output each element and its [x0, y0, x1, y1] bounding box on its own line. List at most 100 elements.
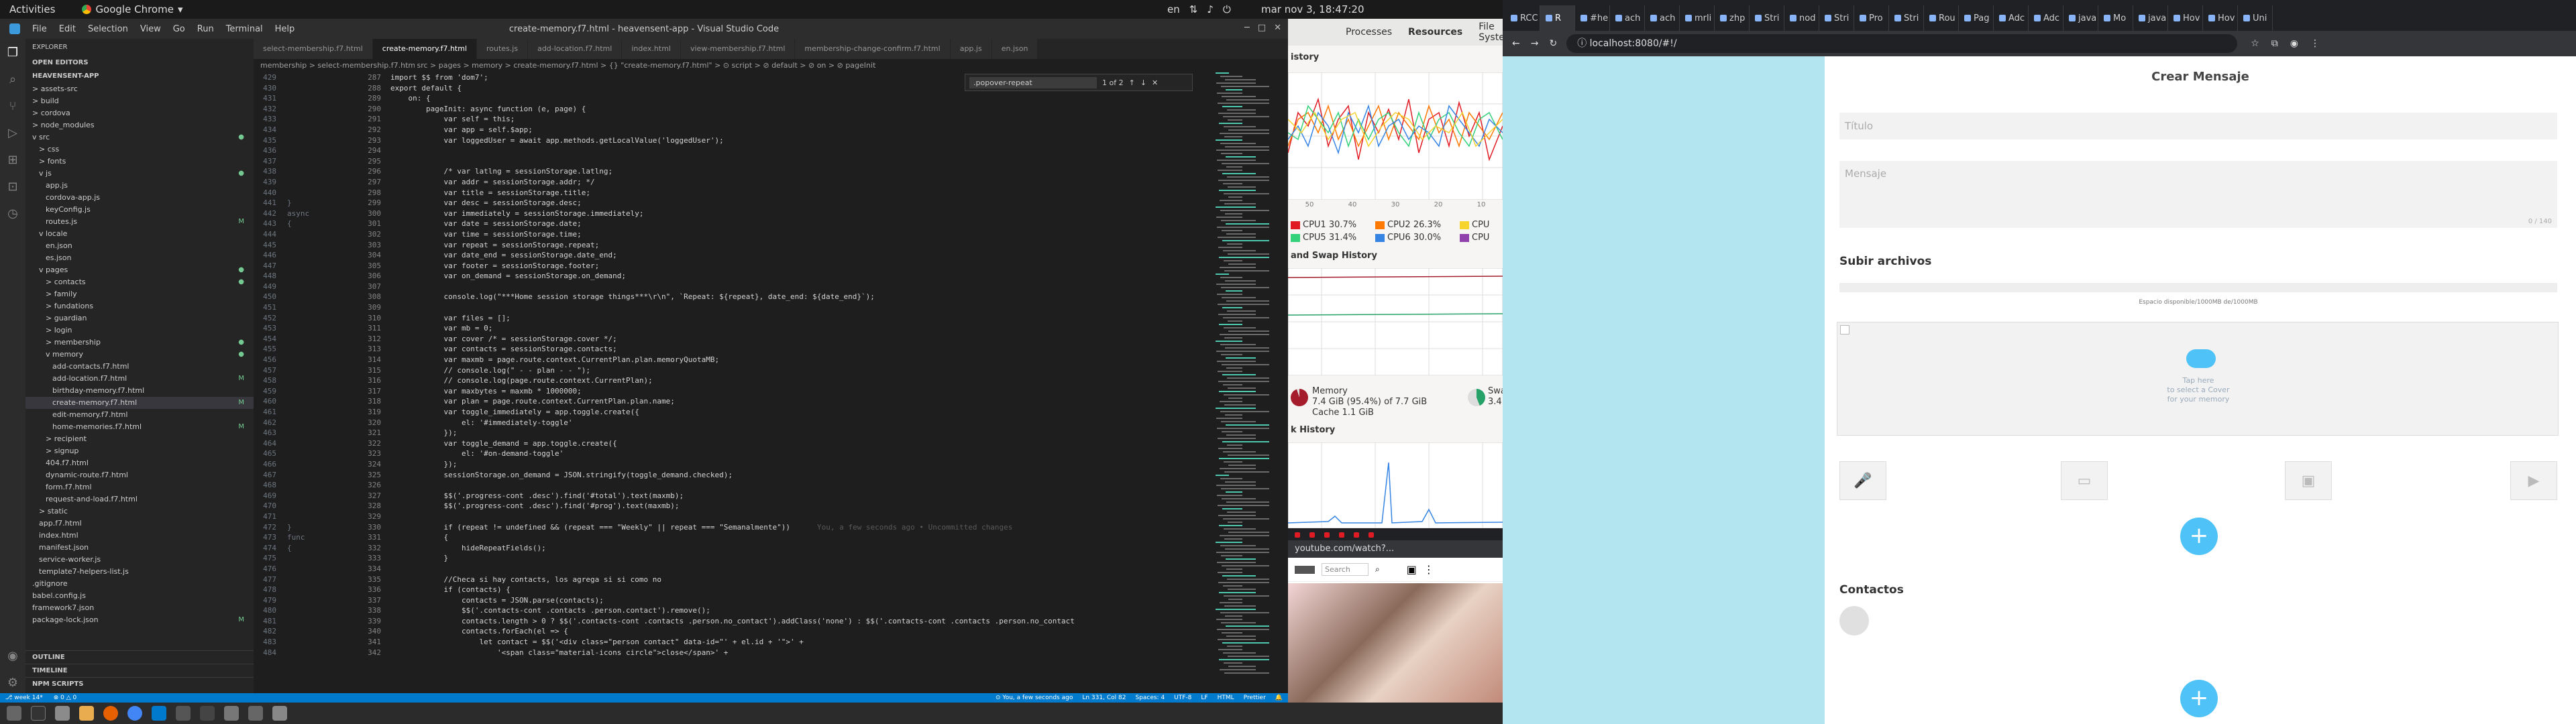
- tab-select-membership[interactable]: select-membership.f7.html: [254, 39, 373, 59]
- cursor-position[interactable]: Ln 331, Col 82: [1082, 695, 1126, 701]
- tree-item[interactable]: index.html: [25, 530, 254, 542]
- remote-icon[interactable]: ⊡: [0, 173, 25, 200]
- vscode-icon[interactable]: [152, 706, 166, 721]
- account-icon[interactable]: ◉: [0, 642, 25, 669]
- microphone-button[interactable]: 🎤: [1839, 461, 1886, 500]
- tree-item[interactable]: request-and-load.f7.html: [25, 493, 254, 505]
- tree-item[interactable]: > cordova: [25, 107, 254, 119]
- menu-help[interactable]: Help: [275, 24, 295, 34]
- browser-tab[interactable]: Rou: [1924, 5, 1959, 31]
- browser-tab[interactable]: Adc: [1994, 5, 2029, 31]
- tab-en-json[interactable]: en.json: [991, 39, 1038, 59]
- tree-item[interactable]: create-memory.f7.html M: [25, 397, 254, 409]
- language-mode[interactable]: HTML: [1218, 695, 1234, 701]
- tree-item[interactable]: v locale: [25, 228, 254, 240]
- tree-item[interactable]: > fonts: [25, 156, 254, 168]
- tree-item[interactable]: home-memories.f7.html M: [25, 421, 254, 433]
- find-input[interactable]: .popover-repeat: [969, 76, 1097, 88]
- tree-item[interactable]: > build: [25, 95, 254, 107]
- tab-favicon[interactable]: [1295, 532, 1300, 538]
- back-icon[interactable]: ←: [1512, 38, 1520, 49]
- network-icon[interactable]: ⇅: [1189, 3, 1198, 15]
- browser-tab[interactable]: java: [2133, 5, 2168, 31]
- tree-item[interactable]: framework7.json: [25, 602, 254, 614]
- gear-icon[interactable]: [224, 706, 239, 721]
- add-contact-button[interactable]: +: [2180, 680, 2218, 717]
- message-button[interactable]: ▭: [2061, 461, 2108, 500]
- language-indicator[interactable]: en: [1167, 3, 1180, 15]
- tree-item[interactable]: package-lock.json M: [25, 614, 254, 626]
- app-icon[interactable]: [272, 706, 287, 721]
- color-swatch[interactable]: [1375, 221, 1385, 229]
- color-swatch[interactable]: [1291, 221, 1300, 229]
- files-icon[interactable]: [7, 706, 21, 721]
- tab-membership-change-confirm[interactable]: membership-change-confirm.f7.html: [795, 39, 951, 59]
- search-icon[interactable]: ⌕: [1375, 564, 1380, 575]
- tab-app-js[interactable]: app.js: [950, 39, 992, 59]
- left-breadcrumb[interactable]: membership > select-membership.f7.html >…: [260, 59, 415, 72]
- tree-item[interactable]: app.f7.html: [25, 518, 254, 530]
- problems-status[interactable]: ⊗ 0 △ 0: [54, 695, 77, 701]
- debug-icon[interactable]: ▷: [0, 119, 25, 146]
- browser-tab[interactable]: #he: [1575, 5, 1610, 31]
- chrome-icon[interactable]: [127, 706, 142, 721]
- git-lens-icon[interactable]: ◷: [0, 200, 25, 227]
- prettier-status[interactable]: Prettier: [1244, 695, 1266, 701]
- volume-icon[interactable]: ♪: [1207, 3, 1214, 15]
- cover-dropzone[interactable]: Tap here to select a Cover for your memo…: [1837, 322, 2559, 436]
- maximize-icon[interactable]: □: [1258, 23, 1266, 33]
- tree-item[interactable]: v js ●: [25, 168, 254, 180]
- extensions-icon[interactable]: ⧉: [2271, 38, 2278, 49]
- tree-item[interactable]: > static: [25, 505, 254, 518]
- title-input[interactable]: Título: [1839, 113, 2557, 139]
- yt-search-input[interactable]: Search: [1322, 563, 1368, 576]
- tree-item[interactable]: keyConfig.js: [25, 204, 254, 216]
- avatar[interactable]: [1839, 606, 1869, 636]
- tree-item[interactable]: 404.f7.html: [25, 457, 254, 469]
- browser-tab[interactable]: ach: [1645, 5, 1680, 31]
- activities-button[interactable]: Activities: [9, 3, 55, 15]
- terminal-icon[interactable]: [31, 706, 46, 721]
- tree-item[interactable]: > login: [25, 324, 254, 337]
- tree-item[interactable]: > guardian: [25, 312, 254, 324]
- section-open-editors[interactable]: OPEN EDITORS: [25, 56, 254, 70]
- tree-item[interactable]: routes.js M: [25, 216, 254, 228]
- menu-selection[interactable]: Selection: [88, 24, 128, 34]
- tree-item[interactable]: > membership ●: [25, 337, 254, 349]
- app-menu[interactable]: Google Chrome ▾: [82, 3, 182, 15]
- tab-favicon[interactable]: [1354, 532, 1359, 538]
- tree-item[interactable]: > recipient: [25, 433, 254, 445]
- checkbox[interactable]: [1840, 325, 1849, 335]
- tree-item[interactable]: v pages ●: [25, 264, 254, 276]
- minimize-icon[interactable]: ─: [1244, 23, 1250, 33]
- tree-item[interactable]: es.json: [25, 252, 254, 264]
- tree-item[interactable]: > fundations: [25, 300, 254, 312]
- tree-item[interactable]: add-location.f7.html M: [25, 373, 254, 385]
- search-icon[interactable]: ⌕: [0, 66, 25, 93]
- tree-item[interactable]: service-worker.js: [25, 554, 254, 566]
- folder-icon[interactable]: [55, 706, 70, 721]
- menu-view[interactable]: View: [140, 24, 161, 34]
- tree-item[interactable]: > node_modules: [25, 119, 254, 131]
- section-project[interactable]: HEAVENSENT-APP: [25, 70, 254, 83]
- explorer-icon[interactable]: ❐: [0, 39, 25, 66]
- arrow-down-icon[interactable]: ↓: [1140, 78, 1146, 87]
- browser-tab[interactable]: mrli: [1680, 5, 1715, 31]
- browser-tab[interactable]: zhp: [1715, 5, 1750, 31]
- browser-tab[interactable]: Adc: [2029, 5, 2063, 31]
- tab-favicon[interactable]: [1339, 532, 1344, 538]
- forward-icon[interactable]: →: [1531, 38, 1539, 49]
- menu-icon[interactable]: ⋮: [2310, 38, 2320, 49]
- tree-item[interactable]: v src ●: [25, 131, 254, 143]
- browser-tab[interactable]: Pro: [1854, 5, 1889, 31]
- tree-item[interactable]: manifest.json: [25, 542, 254, 554]
- color-swatch[interactable]: [1460, 233, 1469, 242]
- section-npm-scripts[interactable]: NPM SCRIPTS: [25, 677, 254, 690]
- right-breadcrumb[interactable]: src > pages > memory > create-memory.f7.…: [417, 61, 876, 70]
- info-icon[interactable]: ⓘ: [1577, 38, 1587, 49]
- gear-icon[interactable]: ⚙: [0, 669, 25, 696]
- tab-favicon[interactable]: [1324, 532, 1330, 538]
- image-button[interactable]: ▣: [2285, 461, 2332, 500]
- tree-item[interactable]: v memory ●: [25, 349, 254, 361]
- menu-file[interactable]: File: [32, 24, 47, 34]
